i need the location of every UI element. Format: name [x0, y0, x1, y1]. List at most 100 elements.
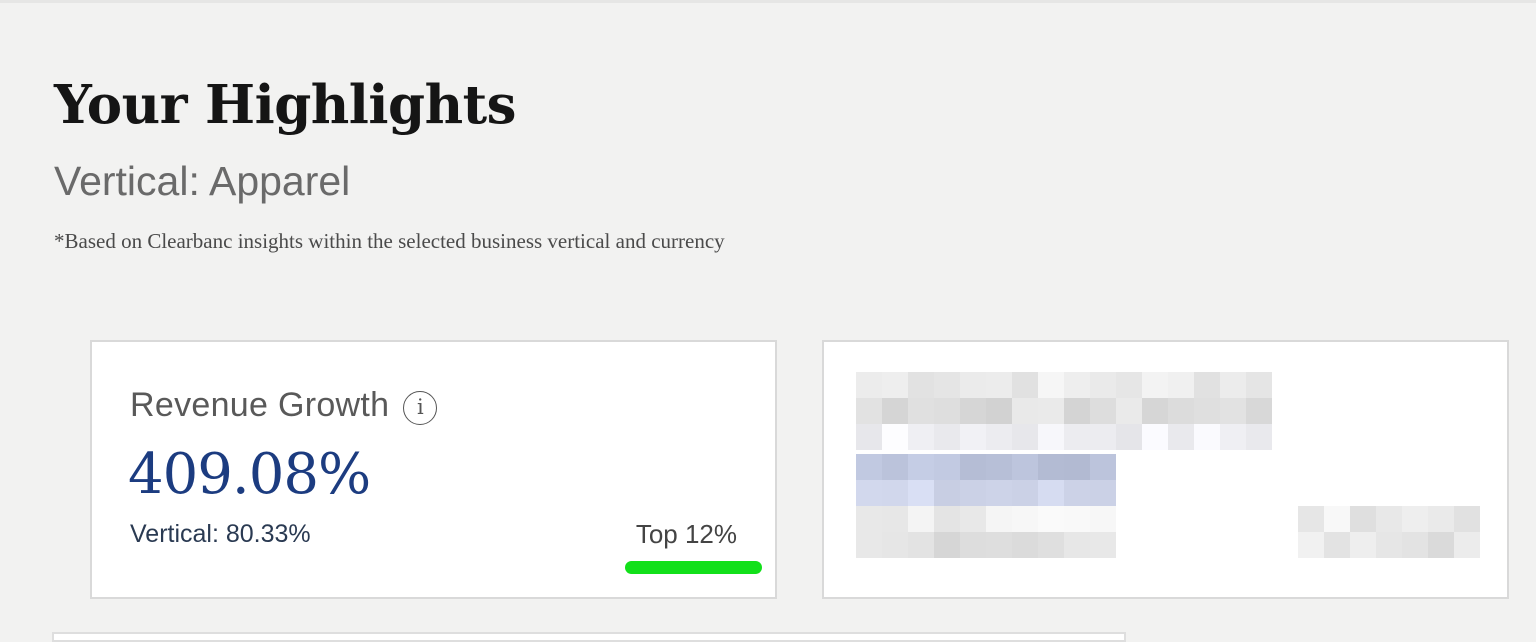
card-title: Revenue Growth	[130, 386, 390, 424]
obscured-pixel	[1116, 398, 1142, 424]
obscured-pixel	[1428, 532, 1454, 558]
obscured-pixel	[1038, 372, 1064, 398]
obscured-pixel	[1194, 372, 1220, 398]
obscured-pixel	[1350, 506, 1376, 532]
obscured-pixel	[960, 532, 986, 558]
obscured-highlight-card	[822, 340, 1509, 599]
obscured-pixel	[908, 532, 934, 558]
obscured-pixel	[986, 506, 1012, 532]
card-header: Revenue Growth i	[130, 384, 438, 426]
obscured-pixel	[1038, 424, 1064, 450]
obscured-pixel	[1376, 532, 1402, 558]
top-divider	[0, 0, 1536, 3]
obscured-pixel	[856, 398, 882, 424]
insights-footnote: *Based on Clearbanc insights within the …	[54, 229, 725, 253]
obscured-pixel	[1064, 532, 1090, 558]
obscured-pixel	[934, 480, 960, 506]
obscured-pixel	[934, 506, 960, 532]
obscured-pixel	[1454, 532, 1480, 558]
obscured-pixel	[934, 532, 960, 558]
obscured-pixel	[1116, 424, 1142, 450]
obscured-pixel	[882, 372, 908, 398]
obscured-pixel	[1168, 398, 1194, 424]
obscured-pixel	[882, 398, 908, 424]
obscured-pixel	[960, 454, 986, 480]
obscured-pixel	[1012, 454, 1038, 480]
obscured-pixel	[960, 372, 986, 398]
obscured-pixel	[1142, 372, 1168, 398]
obscured-pixel	[908, 506, 934, 532]
obscured-pixel	[856, 480, 882, 506]
obscured-pixel	[882, 424, 908, 450]
obscured-pixel	[908, 480, 934, 506]
obscured-pixel	[986, 424, 1012, 450]
obscured-pixel	[1142, 398, 1168, 424]
obscured-pixel	[1064, 506, 1090, 532]
obscured-pixel	[934, 424, 960, 450]
obscured-pixel	[882, 532, 908, 558]
rank-bar-fill	[625, 561, 762, 574]
obscured-pixel	[1168, 372, 1194, 398]
obscured-pixel	[1246, 372, 1272, 398]
obscured-pixel	[1220, 372, 1246, 398]
obscured-pixel	[1064, 398, 1090, 424]
obscured-pixel	[1376, 506, 1402, 532]
obscured-pixel	[1142, 424, 1168, 450]
obscured-pixel	[908, 454, 934, 480]
obscured-pixel	[934, 454, 960, 480]
obscured-pixel	[1194, 398, 1220, 424]
obscured-pixel	[986, 480, 1012, 506]
obscured-pixel	[1012, 372, 1038, 398]
info-icon[interactable]: i	[403, 391, 438, 425]
obscured-pixel	[1038, 506, 1064, 532]
obscured-pixel	[882, 454, 908, 480]
obscured-pixel	[1064, 454, 1090, 480]
obscured-pixel	[1402, 506, 1428, 532]
obscured-pixel	[1194, 424, 1220, 450]
obscured-pixel	[1012, 506, 1038, 532]
obscured-pixel	[934, 372, 960, 398]
obscured-pixel	[1038, 480, 1064, 506]
vertical-subtitle: Vertical: Apparel	[54, 158, 351, 204]
obscured-pixel	[882, 506, 908, 532]
obscured-pixel	[1298, 532, 1324, 558]
obscured-pixel	[986, 398, 1012, 424]
obscured-pixel	[1246, 424, 1272, 450]
obscured-pixel	[1038, 532, 1064, 558]
vertical-comparison: Vertical: 80.33%	[130, 520, 311, 548]
obscured-pixel	[1090, 398, 1116, 424]
obscured-pixel	[882, 480, 908, 506]
obscured-pixel	[1116, 372, 1142, 398]
obscured-pixel	[908, 424, 934, 450]
obscured-pixel	[856, 532, 882, 558]
obscured-pixel	[1012, 532, 1038, 558]
revenue-growth-card: Revenue Growth i 409.08% Vertical: 80.33%…	[90, 340, 777, 599]
obscured-pixel	[1298, 506, 1324, 532]
obscured-pixel	[1220, 398, 1246, 424]
obscured-pixel	[908, 398, 934, 424]
obscured-pixel	[856, 424, 882, 450]
next-card-edge	[52, 632, 1126, 642]
obscured-pixel	[1168, 424, 1194, 450]
obscured-pixel	[1038, 398, 1064, 424]
obscured-pixel	[1350, 532, 1376, 558]
obscured-pixel	[960, 424, 986, 450]
obscured-pixel	[856, 506, 882, 532]
obscured-pixel	[1090, 506, 1116, 532]
obscured-pixel	[1012, 398, 1038, 424]
obscured-pixel	[1012, 424, 1038, 450]
obscured-pixel	[856, 372, 882, 398]
obscured-pixel	[908, 372, 934, 398]
obscured-pixel	[1090, 454, 1116, 480]
obscured-pixel	[1038, 454, 1064, 480]
obscured-pixel	[1324, 506, 1350, 532]
obscured-pixel	[1064, 424, 1090, 450]
obscured-pixel	[960, 506, 986, 532]
rank-bar	[625, 561, 762, 574]
obscured-pixel	[960, 480, 986, 506]
obscured-pixel	[1324, 532, 1350, 558]
obscured-pixel	[856, 454, 882, 480]
obscured-pixel	[1064, 372, 1090, 398]
obscured-pixel	[1090, 372, 1116, 398]
obscured-pixel	[960, 398, 986, 424]
